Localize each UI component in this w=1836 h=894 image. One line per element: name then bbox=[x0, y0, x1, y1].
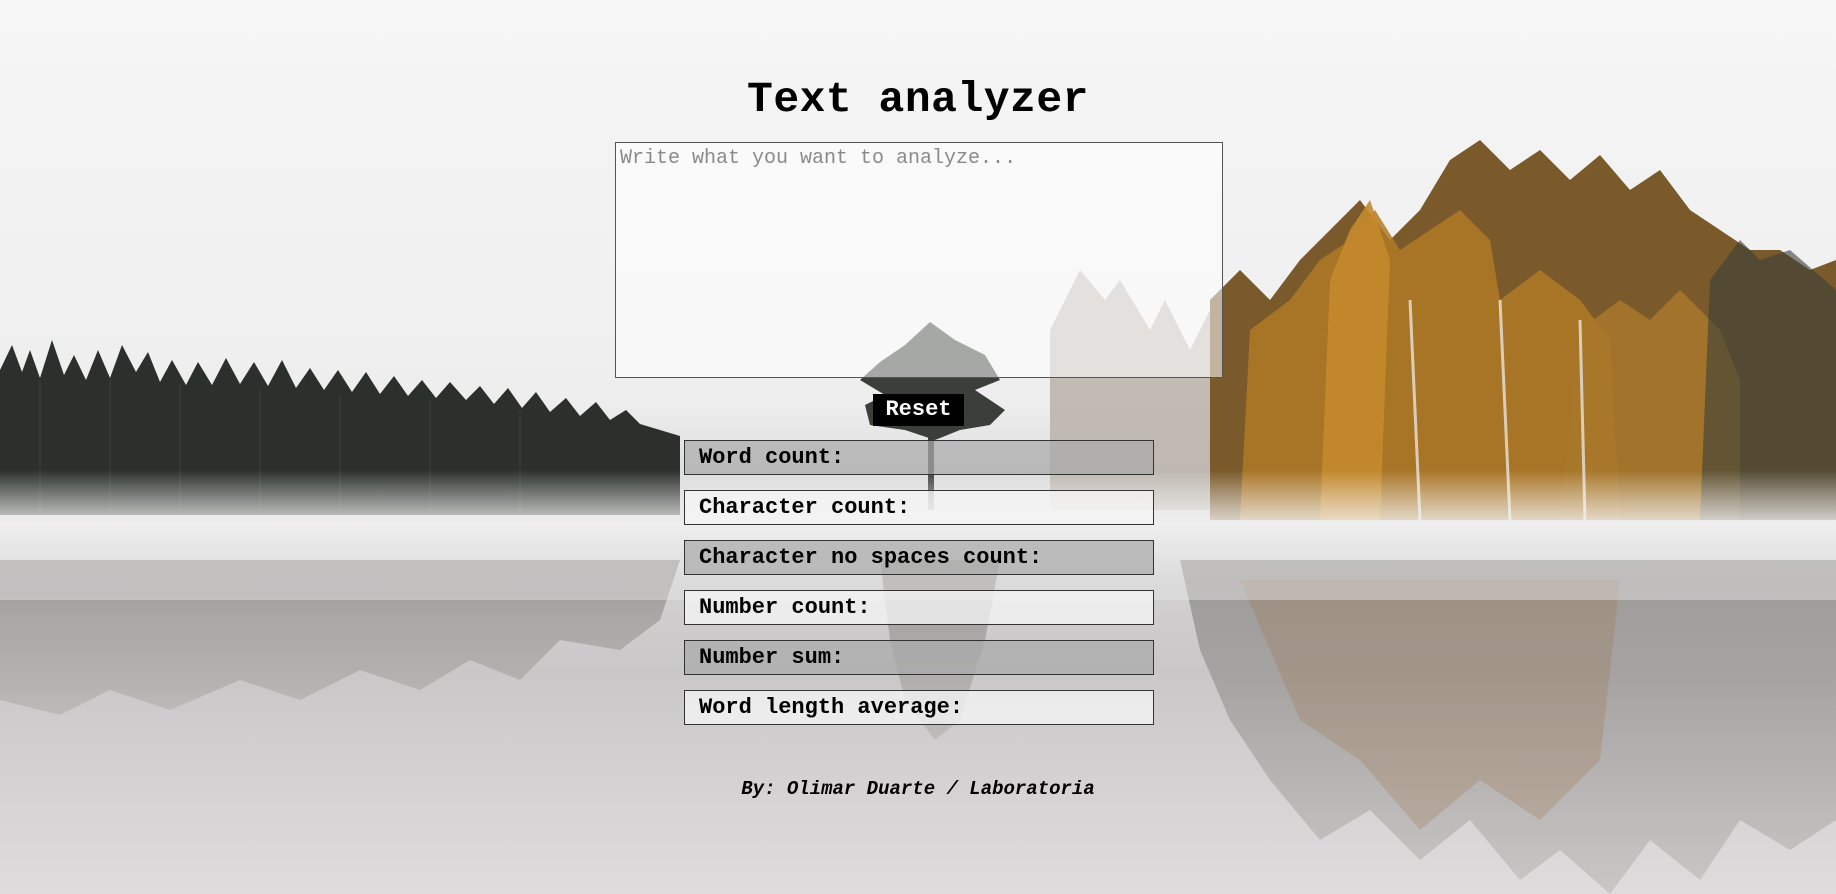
text-to-analyze-input[interactable] bbox=[615, 142, 1223, 378]
metric-label: Word count: bbox=[699, 445, 845, 470]
metric-label: Number sum: bbox=[699, 645, 845, 670]
word-length-average-metric: Word length average: bbox=[684, 690, 1154, 725]
author-credit: By: Olimar Duarte / Laboratoria bbox=[741, 778, 1095, 800]
word-count-metric: Word count: bbox=[684, 440, 1154, 475]
character-no-spaces-count-metric: Character no spaces count: bbox=[684, 540, 1154, 575]
text-analyzer-app: Text analyzer Reset Word count: Characte… bbox=[0, 0, 1836, 894]
character-count-metric: Character count: bbox=[684, 490, 1154, 525]
reset-button[interactable]: Reset bbox=[873, 394, 964, 426]
metric-label: Number count: bbox=[699, 595, 871, 620]
metric-label: Character no spaces count: bbox=[699, 545, 1043, 570]
number-sum-metric: Number sum: bbox=[684, 640, 1154, 675]
metric-label: Character count: bbox=[699, 495, 911, 520]
page-title: Text analyzer bbox=[747, 75, 1089, 124]
metric-label: Word length average: bbox=[699, 695, 964, 720]
number-count-metric: Number count: bbox=[684, 590, 1154, 625]
